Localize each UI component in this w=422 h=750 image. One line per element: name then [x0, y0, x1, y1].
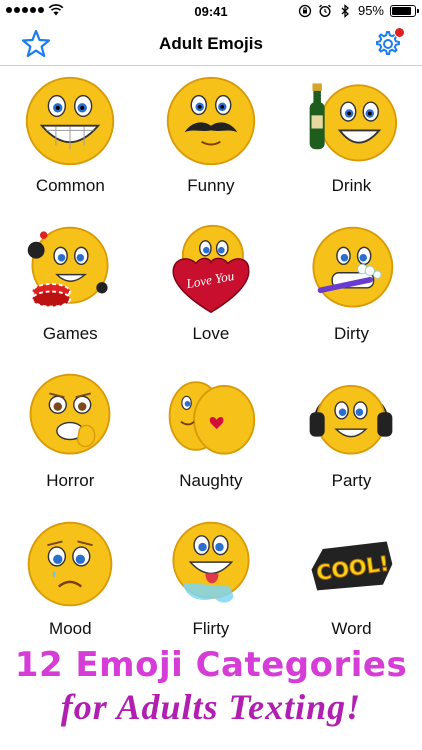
- category-label: Word: [331, 618, 372, 638]
- category-label: Party: [331, 471, 372, 490]
- drooling-face-icon: [172, 521, 250, 603]
- category-label: Games: [42, 323, 98, 343]
- scared-face-icon: [29, 373, 111, 455]
- category-label: Love: [192, 323, 230, 343]
- category-games[interactable]: Games: [0, 218, 141, 366]
- status-right: 95%: [298, 3, 419, 18]
- mustache-face-icon: [166, 76, 256, 166]
- love-heart-face-icon: Love You: [172, 224, 250, 313]
- grinning-face-icon: [26, 76, 115, 166]
- category-label: Horror: [46, 471, 95, 490]
- category-party[interactable]: Party: [281, 365, 422, 513]
- battery-percent: 95%: [357, 3, 384, 18]
- category-label: Naughty: [179, 471, 243, 490]
- category-grid: Common Funny Drink Games Love You Love D…: [0, 70, 422, 660]
- category-common[interactable]: Common: [0, 70, 141, 218]
- promo-headline: 12 Emoji Categories: [14, 645, 408, 685]
- status-bar: 09:41 95%: [0, 0, 422, 22]
- category-mood[interactable]: Mood: [0, 513, 141, 661]
- champagne-face-icon: [310, 83, 398, 162]
- toothbrush-face-icon: [312, 226, 394, 308]
- category-horror[interactable]: Horror: [0, 365, 141, 513]
- poker-chips-face-icon: [27, 226, 109, 308]
- category-label: Dirty: [334, 323, 369, 343]
- cool-word-icon: COOL!: [312, 540, 393, 590]
- promo-subheadline: for Adults Texting!: [60, 687, 362, 727]
- category-label: Mood: [49, 618, 92, 638]
- category-love[interactable]: Love You Love: [141, 218, 282, 366]
- category-label: Funny: [187, 176, 235, 195]
- settings-button[interactable]: [372, 27, 405, 60]
- category-naughty[interactable]: Naughty: [141, 365, 282, 513]
- battery-icon: [390, 4, 419, 17]
- category-label: Flirty: [192, 618, 230, 638]
- category-flirty[interactable]: Flirty: [141, 513, 282, 661]
- orientation-lock-icon: [298, 4, 312, 17]
- alarm-icon: [319, 4, 331, 17]
- category-dirty[interactable]: Dirty: [281, 218, 422, 366]
- page-title: Adult Emojis: [159, 34, 263, 53]
- sad-face-icon: [27, 521, 113, 606]
- promo-banner: 12 Emoji Categories for Adults Texting!: [0, 645, 422, 729]
- category-label: Common: [35, 176, 105, 195]
- category-word[interactable]: COOL! Word: [281, 513, 422, 661]
- category-drink[interactable]: Drink: [281, 70, 422, 218]
- bluetooth-icon: [341, 3, 349, 18]
- naughty-bottom-icon: [168, 381, 256, 455]
- notification-badge: [394, 27, 405, 38]
- navigation-bar: Adult Emojis: [0, 22, 422, 66]
- headphones-face-icon: [310, 384, 393, 455]
- category-funny[interactable]: Funny: [141, 70, 282, 218]
- category-label: Drink: [331, 176, 372, 195]
